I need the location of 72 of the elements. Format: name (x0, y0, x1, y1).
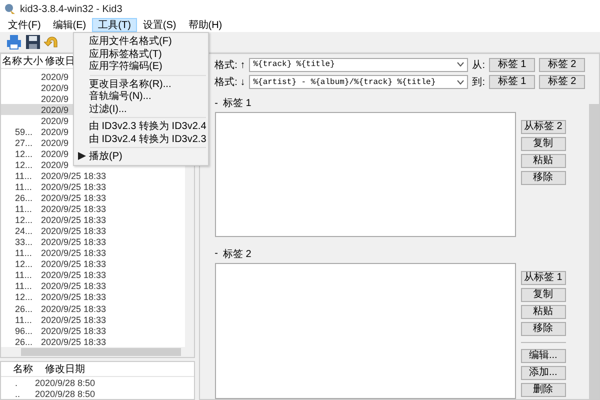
direction-label: 从: (472, 58, 485, 72)
action-button[interactable]: 复制 (520, 288, 566, 302)
file-row[interactable]: 11... 2020/9/25 18:33 (1, 270, 185, 281)
file-row[interactable]: 12... 2020/9/25 18:33 (1, 214, 185, 226)
menu-entry[interactable]: 应用字符编码(E) (74, 60, 208, 72)
menu-entry[interactable]: 过滤(I)... (74, 102, 208, 115)
file-row[interactable]: 24... 2020/9/25 18:33 (1, 226, 185, 237)
file-row[interactable]: 12... 2020/9/25 18:33 (1, 258, 185, 270)
menu-item[interactable]: 工具(T) (92, 18, 137, 32)
menu-item[interactable]: 帮助(H) (182, 18, 228, 32)
file-row[interactable]: 96... 2020/9/25 18:33 (1, 325, 185, 336)
collapse-toggle[interactable]: - (214, 98, 218, 109)
action-button[interactable]: 移除 (520, 171, 566, 186)
menu-entry[interactable]: 由 ID3v2.3 转换为 ID3v2.4 (74, 120, 208, 132)
menu-entry[interactable]: 更改目录名称(R)... (74, 78, 208, 90)
file-row[interactable]: 11... 2020/9/25 18:33 (1, 280, 185, 292)
format-combo[interactable]: %{artist} - %{album}/%{track} %{title} (249, 75, 468, 90)
column-header[interactable]: 修改日期 (43, 362, 85, 376)
tag-button[interactable]: 标签 1 (489, 75, 535, 90)
file-row[interactable]: 26... 2020/9/25 18:33 (1, 302, 185, 314)
file-row[interactable]: 11... 2020/9/25 18:33 (1, 170, 185, 182)
tag-button[interactable]: 标签 2 (539, 58, 585, 72)
file-row[interactable]: 33... 2020/9/25 18:33 (1, 236, 185, 248)
menu-item[interactable]: 编辑(E) (46, 18, 92, 32)
tag-button[interactable]: 标签 2 (539, 75, 585, 90)
window-title: kid3-3.8.4-win32 - Kid3 (20, 4, 122, 14)
tag-button[interactable]: 标签 1 (489, 58, 535, 72)
column-header[interactable]: 名称 (1, 54, 22, 68)
app-icon (4, 3, 16, 15)
save-icon[interactable] (25, 34, 41, 50)
file-row[interactable]: 11... 2020/9/25 18:33 (1, 248, 185, 259)
menu-entry[interactable]: 应用文件名格式(F) (74, 35, 208, 48)
menu-item[interactable]: 设置(S) (136, 18, 182, 32)
action-button[interactable]: 移除 (520, 322, 566, 336)
file-row[interactable]: 26... 2020/9/25 18:33 (1, 336, 185, 348)
menu-entry[interactable]: 应用标签格式(T) (74, 48, 208, 60)
tag-table[interactable] (214, 112, 516, 237)
folder-row[interactable]: .. 2020/9/28 8:50 (1, 388, 194, 400)
action-button[interactable]: 删除 (520, 382, 566, 397)
dropdown-icon (457, 80, 464, 85)
column-header[interactable]: 大小 (23, 54, 43, 68)
file-row[interactable]: 11... 2020/9/25 18:33 (1, 314, 185, 326)
file-row[interactable]: 11... 2020/9/25 18:33 (1, 204, 185, 215)
section-title: 标签 1 (223, 96, 252, 110)
menu-entry[interactable]: 由 ID3v2.4 转换为 ID3v2.3 (74, 132, 208, 145)
action-button[interactable]: 粘贴 (520, 304, 566, 319)
format-label: 格式: ↓ (214, 76, 246, 90)
collapse-toggle[interactable]: - (214, 248, 218, 260)
menu-entry[interactable]: 音轨编号(N)... (74, 90, 208, 102)
folder-row[interactable]: . 2020/9/28 8:50 (1, 377, 194, 388)
file-row[interactable]: 12... 2020/9/25 18:33 (1, 292, 185, 303)
tag-table[interactable] (214, 262, 516, 400)
play-icon (78, 152, 86, 160)
action-button[interactable]: 编辑... (520, 348, 566, 363)
action-button[interactable]: 添加... (520, 366, 566, 380)
printer-icon[interactable] (6, 34, 22, 50)
direction-label: 到: (472, 76, 485, 90)
menu-item[interactable]: 文件(F) (2, 18, 47, 32)
column-header[interactable]: 修改日 (43, 54, 75, 68)
column-header[interactable]: 名称 (1, 362, 43, 376)
file-row[interactable]: 11... 2020/9/25 18:33 (1, 181, 185, 193)
action-button[interactable]: 从标签 1 (520, 270, 566, 285)
menu-entry[interactable]: 播放(P) (74, 150, 208, 162)
format-combo[interactable]: %{track} %{title} (249, 58, 468, 72)
action-button[interactable]: 从标签 2 (520, 120, 566, 134)
format-label: 格式: ↑ (214, 58, 246, 72)
section-title: 标签 2 (223, 248, 252, 261)
action-button[interactable]: 粘贴 (520, 154, 566, 168)
action-button[interactable]: 复制 (520, 137, 566, 152)
file-row[interactable]: 26... 2020/9/25 18:33 (1, 192, 185, 204)
scrollbar-thumb[interactable] (21, 348, 181, 356)
dropdown-icon (457, 62, 464, 68)
